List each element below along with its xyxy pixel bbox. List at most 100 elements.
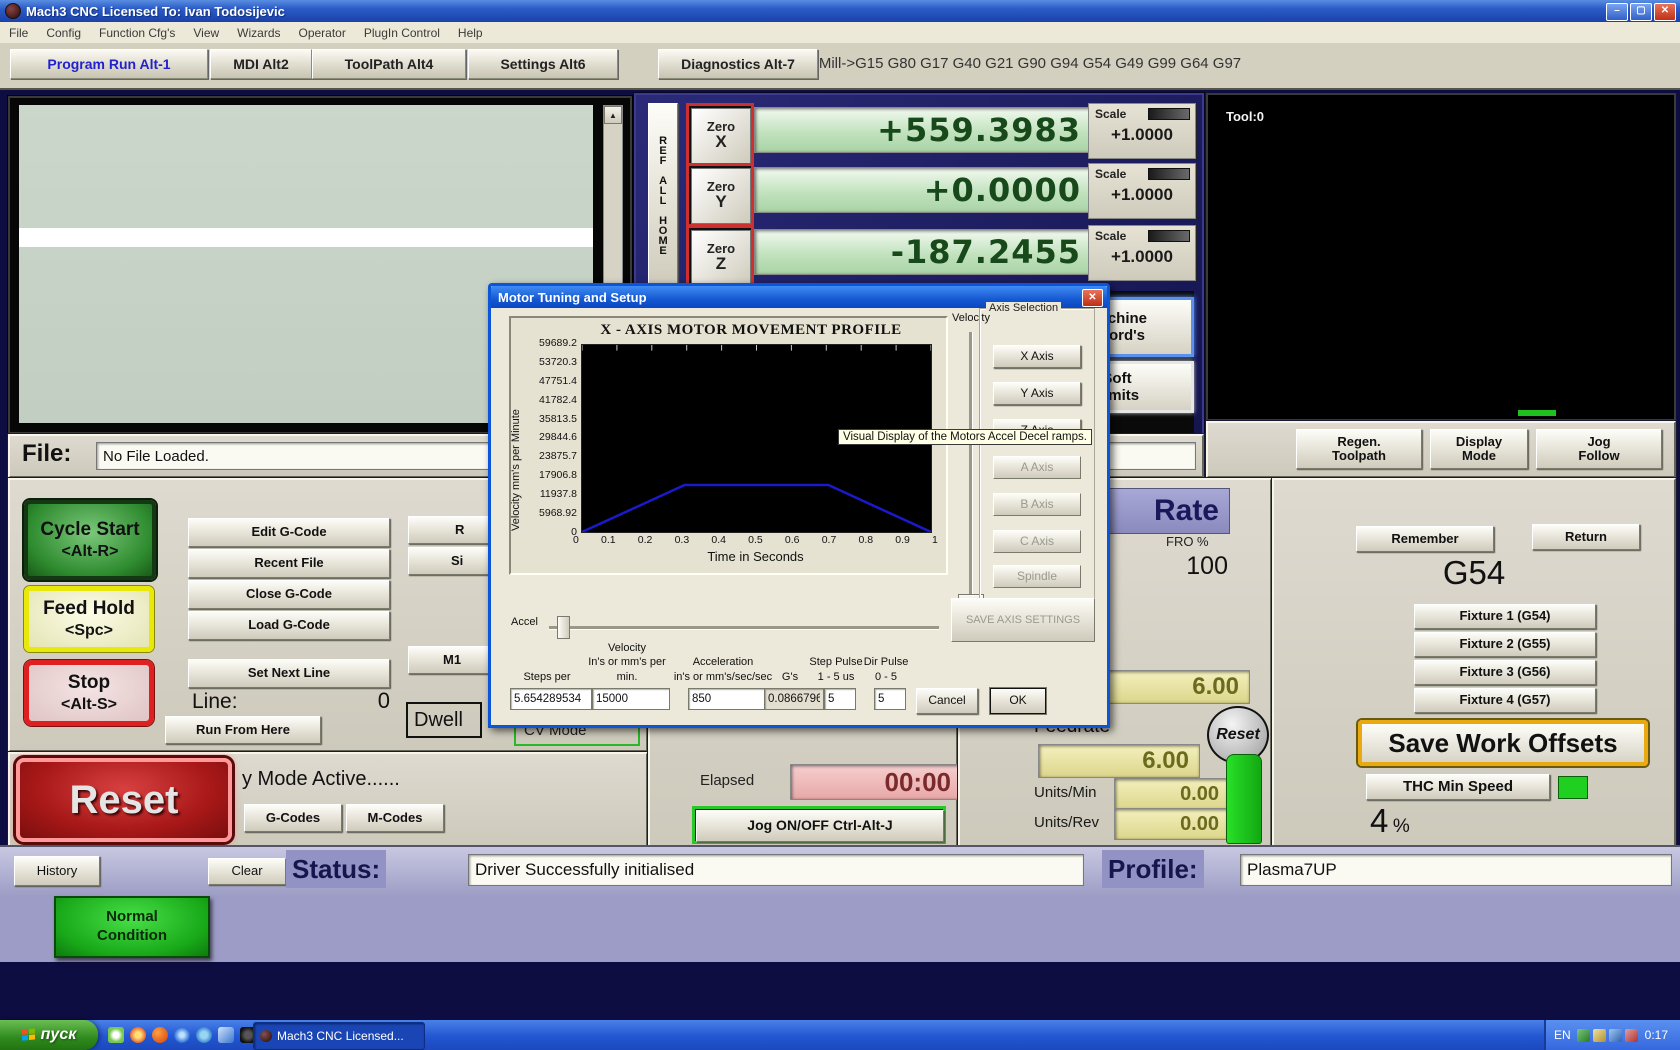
history-button[interactable]: History xyxy=(14,856,100,886)
quicklaunch-icon-2[interactable] xyxy=(130,1027,146,1043)
display-mode-line2: Mode xyxy=(1462,448,1496,463)
scale-z[interactable]: Scale +1.0000 xyxy=(1088,225,1196,281)
jog-onoff-button[interactable]: Jog ON/OFF Ctrl-Alt-J xyxy=(696,810,944,842)
save-axis-settings-button: SAVE AXIS SETTINGS xyxy=(951,598,1095,642)
elapsed-time[interactable]: 00:00 xyxy=(790,764,966,800)
tray-icon-4[interactable] xyxy=(1624,1028,1638,1042)
quicklaunch-icon-1[interactable] xyxy=(108,1027,124,1043)
return-button[interactable]: Return xyxy=(1532,524,1640,550)
ref-all-home-button[interactable]: REF ALL HOME xyxy=(648,103,678,287)
tab-program-run[interactable]: Program Run Alt-1 xyxy=(10,49,208,79)
fixture-3-button[interactable]: Fixture 3 (G56) xyxy=(1414,660,1596,685)
cancel-button[interactable]: Cancel xyxy=(916,688,978,714)
dir-pulse-input[interactable] xyxy=(874,688,906,710)
units-rev-display[interactable]: 0.00 xyxy=(1114,808,1228,840)
motor-tuning-dialog: Motor Tuning and Setup ✕ X - AXIS MOTOR … xyxy=(488,283,1110,728)
menu-operator[interactable]: Operator xyxy=(290,26,355,40)
scale-z-label: Scale xyxy=(1095,229,1127,243)
feed-hold-button[interactable]: Feed Hold <Spc> xyxy=(24,586,154,652)
menu-function-cfgs[interactable]: Function Cfg's xyxy=(90,26,184,40)
minimize-icon[interactable]: – xyxy=(1606,3,1628,21)
mach3-task-button[interactable]: Mach3 CNC Licensed... xyxy=(253,1022,425,1050)
line-label: Line: xyxy=(192,690,238,713)
acceleration-input[interactable] xyxy=(688,688,766,710)
mach3-icon xyxy=(260,1030,272,1042)
save-work-offsets-button[interactable]: Save Work Offsets xyxy=(1358,720,1648,766)
toolpath-controls: Regen. Toolpath Display Mode Jog Follow xyxy=(1206,421,1676,478)
tab-toolpath[interactable]: ToolPath Alt4 xyxy=(312,49,466,79)
scroll-up-icon[interactable]: ▲ xyxy=(604,106,622,124)
load-gcode-button[interactable]: Load G-Code xyxy=(188,611,390,640)
units-min-display[interactable]: 0.00 xyxy=(1114,778,1228,810)
menu-view[interactable]: View xyxy=(184,26,228,40)
stop-line2: <Alt-S> xyxy=(60,695,117,713)
recent-file-button[interactable]: Recent File xyxy=(188,549,390,578)
tray-icon-1[interactable] xyxy=(1576,1028,1590,1042)
regen-toolpath-button[interactable]: Regen. Toolpath xyxy=(1296,429,1422,469)
x-axis-button[interactable]: X Axis xyxy=(993,345,1081,368)
quicklaunch-icon-4[interactable] xyxy=(174,1027,190,1043)
cycle-start-line1: Cycle Start xyxy=(40,519,140,540)
thc-min-speed-button[interactable]: THC Min Speed xyxy=(1366,774,1550,800)
quicklaunch-icon-6[interactable] xyxy=(218,1027,234,1043)
display-mode-button[interactable]: Display Mode xyxy=(1430,429,1528,469)
set-next-line-button[interactable]: Set Next Line xyxy=(188,659,390,688)
scale-y[interactable]: Scale +1.0000 xyxy=(1088,163,1196,219)
toolpath-display[interactable]: Tool:0 xyxy=(1206,93,1676,421)
start-button[interactable]: пуск xyxy=(0,1020,98,1050)
menu-wizards[interactable]: Wizards xyxy=(228,26,289,40)
close-gcode-button[interactable]: Close G-Code xyxy=(188,580,390,609)
maximize-icon[interactable]: ▢ xyxy=(1630,3,1652,21)
fixture-1-button[interactable]: Fixture 1 (G54) xyxy=(1414,604,1596,629)
menu-file[interactable]: File xyxy=(0,26,37,40)
velocity-input[interactable] xyxy=(592,688,670,710)
graph-title: X - AXIS MOTOR MOVEMENT PROFILE xyxy=(600,322,902,338)
remember-button[interactable]: Remember xyxy=(1356,526,1494,552)
active-gcode-modes: Mill->G15 G80 G17 G40 G21 G90 G94 G54 G4… xyxy=(818,55,1242,72)
language-indicator[interactable]: EN xyxy=(1554,1028,1571,1042)
run-from-here-button[interactable]: Run From Here xyxy=(165,716,321,744)
steps-per-input[interactable] xyxy=(510,688,592,710)
zero-x-button[interactable]: Zero X xyxy=(686,103,754,167)
close-icon[interactable]: ✕ xyxy=(1654,3,1676,21)
zero-y-button[interactable]: Zero Y xyxy=(686,163,754,227)
quicklaunch-icon-5[interactable] xyxy=(196,1027,212,1043)
menu-config[interactable]: Config xyxy=(37,26,90,40)
jog-follow-button[interactable]: Jog Follow xyxy=(1536,429,1662,469)
ok-button[interactable]: OK xyxy=(990,688,1046,714)
quicklaunch-icon-3[interactable] xyxy=(152,1027,168,1043)
accel-slider-thumb[interactable] xyxy=(557,616,570,639)
normal-condition-button[interactable]: Normal Condition xyxy=(54,896,210,958)
scale-x[interactable]: Scale +1.0000 xyxy=(1088,103,1196,159)
feedrate-display[interactable]: 6.00 xyxy=(1038,744,1200,778)
fixture-2-button[interactable]: Fixture 2 (G55) xyxy=(1414,632,1596,657)
step-pulse-input[interactable] xyxy=(824,688,856,710)
mcodes-button[interactable]: M-Codes xyxy=(346,804,444,832)
dro-y-value[interactable]: +0.0000 xyxy=(754,167,1092,213)
reset-button[interactable]: Reset xyxy=(16,758,232,842)
tab-settings[interactable]: Settings Alt6 xyxy=(468,49,618,79)
regen-line2: Toolpath xyxy=(1332,448,1386,463)
gcodes-button[interactable]: G-Codes xyxy=(244,804,342,832)
fro-percent-value: 100 xyxy=(1186,552,1228,580)
dialog-close-icon[interactable]: ✕ xyxy=(1082,289,1103,307)
dro-x-value[interactable]: +559.3983 xyxy=(754,107,1092,153)
zero-x-axis: X xyxy=(715,132,727,152)
toolpath-indicator xyxy=(1518,410,1556,416)
fixture-4-button[interactable]: Fixture 4 (G57) xyxy=(1414,688,1596,713)
accel-slider-track[interactable] xyxy=(549,626,939,630)
menu-plugin-control[interactable]: PlugIn Control xyxy=(355,26,449,40)
tray-icon-2[interactable] xyxy=(1592,1028,1606,1042)
edit-gcode-button[interactable]: Edit G-Code xyxy=(188,518,390,547)
tab-mdi[interactable]: MDI Alt2 xyxy=(210,49,312,79)
y-axis-button[interactable]: Y Axis xyxy=(993,382,1081,405)
dro-z-value[interactable]: -187.2455 xyxy=(754,229,1092,275)
menu-help[interactable]: Help xyxy=(449,26,492,40)
velocity-slider-track[interactable] xyxy=(969,332,973,608)
tray-icon-3[interactable] xyxy=(1608,1028,1622,1042)
fro-rate-display[interactable]: 6.00 xyxy=(1090,670,1250,704)
cycle-start-button[interactable]: Cycle Start <Alt-R> xyxy=(24,500,156,580)
stop-button[interactable]: Stop <Alt-S> xyxy=(24,660,154,726)
clear-button[interactable]: Clear xyxy=(208,858,286,885)
zero-z-button[interactable]: Zero Z xyxy=(686,225,754,289)
